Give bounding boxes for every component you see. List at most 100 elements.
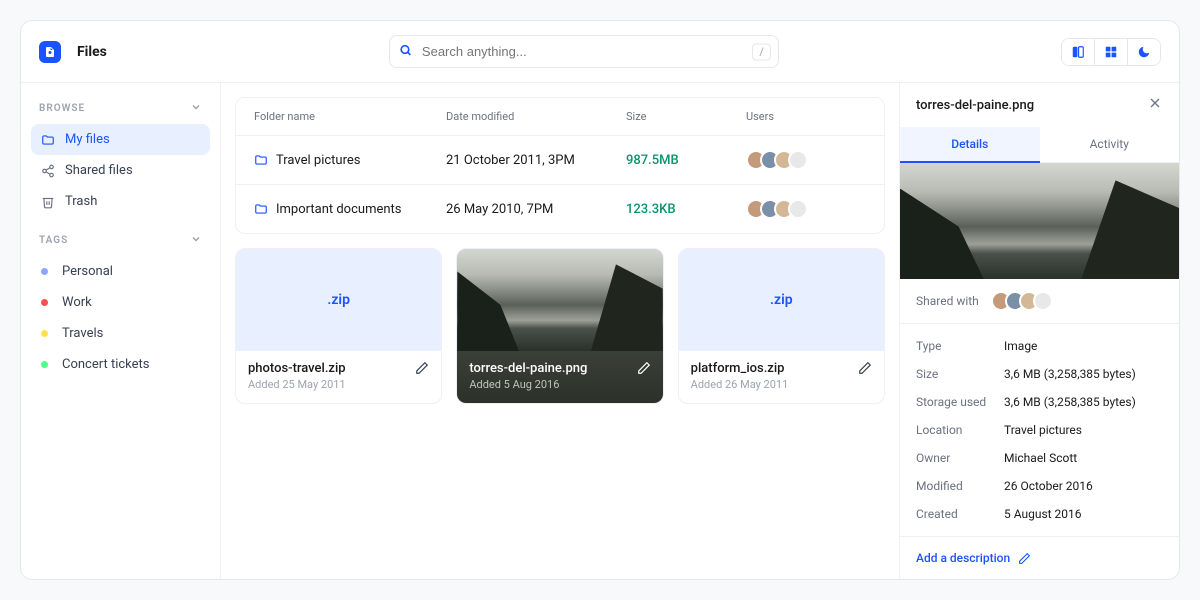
sidebar-item-label: Trash bbox=[65, 194, 97, 209]
table-row[interactable]: Travel pictures 21 October 2011, 3PM 987… bbox=[236, 135, 884, 184]
detail-filename: torres-del-paine.png bbox=[916, 98, 1034, 113]
avatar bbox=[788, 199, 808, 219]
tag-concert-tickets[interactable]: Concert tickets bbox=[31, 349, 210, 380]
file-thumbnail: .zip bbox=[236, 249, 441, 351]
tag-label: Travels bbox=[62, 326, 103, 341]
file-card[interactable]: torres-del-paine.png Added 5 Aug 2016 bbox=[456, 248, 663, 404]
tags-list: Personal Work Travels Concert tickets bbox=[31, 256, 210, 380]
tag-travels[interactable]: Travels bbox=[31, 318, 210, 349]
folder-size: 123.3KB bbox=[626, 202, 746, 217]
folder-users bbox=[746, 150, 866, 170]
tab-details[interactable]: Details bbox=[900, 127, 1040, 163]
tag-personal[interactable]: Personal bbox=[31, 256, 210, 287]
file-card[interactable]: .zip photos-travel.zip Added 25 May 2011 bbox=[235, 248, 442, 404]
table-row[interactable]: Important documents 26 May 2010, 7PM 123… bbox=[236, 184, 884, 233]
file-cards: .zip photos-travel.zip Added 25 May 2011… bbox=[235, 248, 885, 404]
meta-row-storage: Storage used3,6 MB (3,258,385 bytes) bbox=[916, 388, 1163, 416]
meta-value: 3,6 MB (3,258,385 bytes) bbox=[1004, 367, 1136, 381]
meta-row-created: Created5 August 2016 bbox=[916, 500, 1163, 528]
file-info: platform_ios.zip Added 26 May 2011 bbox=[679, 351, 884, 403]
file-thumbnail bbox=[457, 249, 662, 351]
zip-badge: .zip bbox=[327, 292, 350, 308]
folder-users bbox=[746, 199, 866, 219]
body: BROWSE My files Shared files Trash bbox=[21, 83, 1179, 579]
folder-name: Travel pictures bbox=[276, 153, 360, 168]
file-title: torres-del-paine.png bbox=[469, 361, 587, 376]
col-folder-name: Folder name bbox=[254, 110, 446, 123]
search-input[interactable] bbox=[389, 35, 779, 68]
meta-row-owner: OwnerMichael Scott bbox=[916, 444, 1163, 472]
tab-activity[interactable]: Activity bbox=[1040, 127, 1180, 163]
file-info: torres-del-paine.png Added 5 Aug 2016 bbox=[457, 351, 662, 403]
app-window: Files / BROWSE bbox=[20, 20, 1180, 580]
file-title: photos-travel.zip bbox=[248, 361, 346, 376]
topbar: Files / bbox=[21, 21, 1179, 83]
tags-label: TAGS bbox=[39, 235, 68, 246]
sidebar-item-label: Shared files bbox=[65, 163, 133, 178]
folder-date: 21 October 2011, 3PM bbox=[446, 153, 626, 168]
app-title: Files bbox=[77, 44, 107, 60]
theme-toggle-button[interactable] bbox=[1128, 39, 1160, 65]
tag-dot bbox=[41, 361, 48, 368]
folder-cell: Important documents bbox=[254, 202, 446, 217]
col-date-modified: Date modified bbox=[446, 110, 626, 123]
shared-label: Shared with bbox=[916, 294, 979, 308]
chevron-down-icon[interactable] bbox=[190, 101, 202, 116]
tag-dot bbox=[41, 268, 48, 275]
detail-tabs: Details Activity bbox=[900, 127, 1179, 163]
sidebar-item-my-files[interactable]: My files bbox=[31, 124, 210, 155]
browse-label: BROWSE bbox=[39, 103, 85, 114]
zip-badge: .zip bbox=[770, 292, 793, 308]
panel-toggle-button[interactable] bbox=[1062, 39, 1095, 65]
folder-size: 987.5MB bbox=[626, 153, 746, 168]
detail-meta: TypeImage Size3,6 MB (3,258,385 bytes) S… bbox=[900, 324, 1179, 537]
meta-row-location: LocationTravel pictures bbox=[916, 416, 1163, 444]
file-info: photos-travel.zip Added 25 May 2011 bbox=[236, 351, 441, 403]
folder-icon bbox=[41, 133, 55, 147]
trash-icon bbox=[41, 195, 55, 209]
meta-label: Size bbox=[916, 367, 1004, 381]
meta-value: 26 October 2016 bbox=[1004, 479, 1093, 493]
tag-dot bbox=[41, 330, 48, 337]
file-card[interactable]: .zip platform_ios.zip Added 26 May 2011 bbox=[678, 248, 885, 404]
edit-icon[interactable] bbox=[415, 361, 429, 379]
app-logo bbox=[39, 41, 61, 63]
avatar bbox=[1033, 291, 1053, 311]
tag-label: Concert tickets bbox=[62, 357, 150, 372]
tag-work[interactable]: Work bbox=[31, 287, 210, 318]
meta-label: Owner bbox=[916, 451, 1004, 465]
folder-date: 26 May 2010, 7PM bbox=[446, 202, 626, 217]
file-meta: Added 25 May 2011 bbox=[248, 378, 346, 391]
edit-icon[interactable] bbox=[858, 361, 872, 379]
folder-icon bbox=[254, 153, 268, 167]
tag-label: Personal bbox=[62, 264, 113, 279]
search-icon bbox=[399, 43, 412, 60]
view-toolbar bbox=[1061, 38, 1161, 66]
shared-with: Shared with bbox=[900, 279, 1179, 324]
meta-label: Type bbox=[916, 339, 1004, 353]
add-description-label: Add a description bbox=[916, 551, 1010, 565]
meta-label: Created bbox=[916, 507, 1004, 521]
col-users: Users bbox=[746, 110, 866, 123]
meta-label: Storage used bbox=[916, 395, 1004, 409]
meta-value: 3,6 MB (3,258,385 bytes) bbox=[1004, 395, 1136, 409]
sidebar-item-shared-files[interactable]: Shared files bbox=[31, 155, 210, 186]
meta-value: Image bbox=[1004, 339, 1037, 353]
meta-label: Modified bbox=[916, 479, 1004, 493]
edit-icon[interactable] bbox=[637, 361, 651, 379]
meta-label: Location bbox=[916, 423, 1004, 437]
chevron-down-icon[interactable] bbox=[190, 233, 202, 248]
grid-view-button[interactable] bbox=[1095, 39, 1128, 65]
detail-panel: torres-del-paine.png Details Activity Sh… bbox=[899, 83, 1179, 579]
col-size: Size bbox=[626, 110, 746, 123]
search-wrap: / bbox=[123, 35, 1045, 68]
close-icon[interactable] bbox=[1147, 95, 1163, 115]
meta-row-modified: Modified26 October 2016 bbox=[916, 472, 1163, 500]
meta-value: Michael Scott bbox=[1004, 451, 1077, 465]
sidebar-item-trash[interactable]: Trash bbox=[31, 186, 210, 217]
edit-icon bbox=[1018, 552, 1031, 565]
tags-header: TAGS bbox=[31, 229, 210, 252]
file-meta: Added 26 May 2011 bbox=[691, 378, 789, 391]
avatar bbox=[788, 150, 808, 170]
add-description-button[interactable]: Add a description bbox=[900, 537, 1179, 579]
